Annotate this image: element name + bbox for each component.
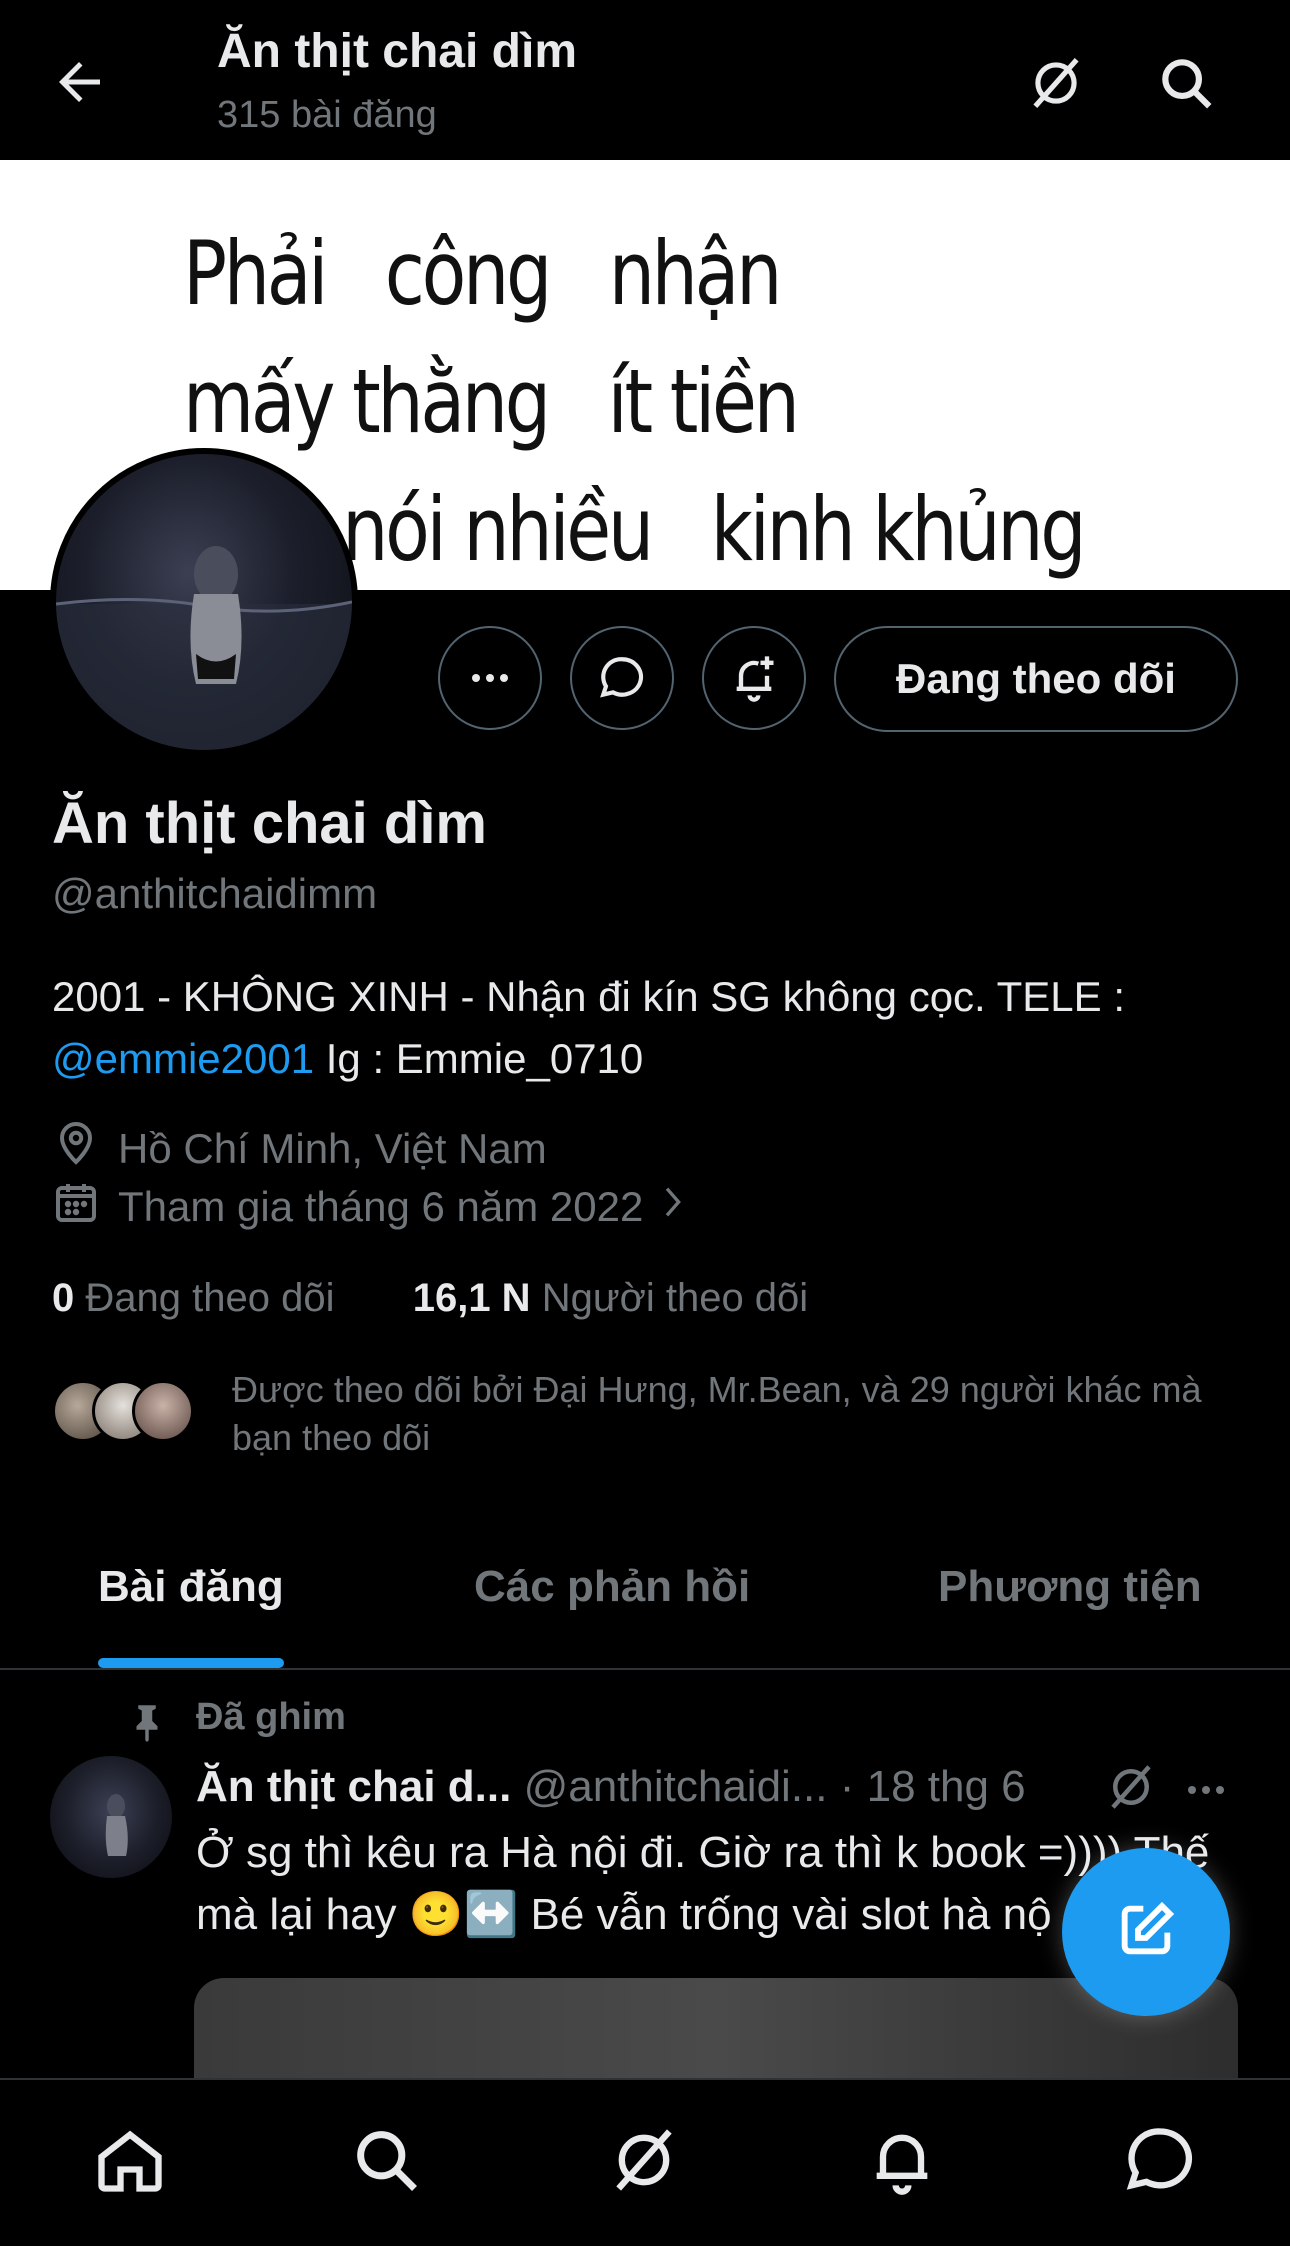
- post-header: Ăn thịt chai d... @anthitchaidi... · 18 …: [196, 1762, 1026, 1812]
- home-icon[interactable]: [92, 2122, 168, 2198]
- location-text: Hồ Chí Minh, Việt Nam: [118, 1125, 547, 1172]
- joined-text: Tham gia tháng 6 năm 2022: [118, 1183, 644, 1230]
- grok-icon[interactable]: [1104, 1760, 1158, 1819]
- compose-icon: [1114, 1898, 1178, 1967]
- profile-name: Ăn thịt chai dìm: [52, 791, 487, 856]
- pin-icon: [126, 1698, 168, 1749]
- follow-stats: 0 Đang theo dõi 16,1 N Người theo dõi: [52, 1276, 808, 1321]
- avatar[interactable]: [50, 448, 358, 756]
- search-icon[interactable]: [348, 2122, 424, 2198]
- post-author-name[interactable]: Ăn thịt chai d...: [196, 1762, 511, 1811]
- page-title: Ăn thịt chai dìm: [217, 25, 577, 78]
- post-author-avatar[interactable]: [50, 1756, 172, 1878]
- chevron-right-icon: [655, 1182, 707, 1232]
- bio-text: 2001 - KHÔNG XINH - Nhận đi kín SG không…: [52, 973, 1126, 1020]
- location-row: Hồ Chí Minh, Việt Nam: [52, 1120, 547, 1178]
- post-time: · 18 thg 6: [839, 1762, 1026, 1811]
- messages-icon[interactable]: [1122, 2122, 1198, 2198]
- more-button[interactable]: [438, 626, 542, 730]
- notify-bell-button[interactable]: [702, 626, 806, 730]
- post-author-handle[interactable]: @anthitchaidi...: [524, 1762, 828, 1811]
- divider: [0, 1668, 1290, 1670]
- post-count: 315 bài đăng: [217, 94, 437, 136]
- followers-stat[interactable]: 16,1 N Người theo dõi: [413, 1276, 808, 1320]
- grok-icon[interactable]: [1025, 52, 1087, 114]
- joined-row[interactable]: Tham gia tháng 6 năm 2022: [52, 1178, 707, 1236]
- tab-replies[interactable]: Các phản hồi: [474, 1562, 750, 1612]
- mutual-followers-avatars[interactable]: [52, 1380, 202, 1450]
- top-bar: [0, 0, 1290, 160]
- tab-posts[interactable]: Bài đăng: [98, 1562, 284, 1612]
- followed-by-text[interactable]: Được theo dõi bởi Đại Hưng, Mr.Bean, và …: [232, 1366, 1232, 1462]
- notifications-icon[interactable]: [864, 2122, 940, 2198]
- search-icon[interactable]: [1155, 52, 1217, 114]
- calendar-icon: [52, 1178, 118, 1236]
- message-button[interactable]: [570, 626, 674, 730]
- post-more-icon[interactable]: [1182, 1766, 1230, 1819]
- post-media[interactable]: [194, 1978, 1238, 2078]
- location-pin-icon: [52, 1120, 118, 1178]
- pinned-label: Đã ghim: [196, 1696, 346, 1738]
- tab-media[interactable]: Phương tiện: [938, 1562, 1202, 1612]
- profile-handle: @anthitchaidimm: [52, 870, 378, 917]
- mutual-avatar: [132, 1380, 194, 1442]
- active-tab-indicator: [98, 1658, 284, 1668]
- bio-link[interactable]: @emmie2001: [52, 1035, 314, 1082]
- bio-tail: Ig : Emmie_0710: [314, 1035, 644, 1082]
- compose-button[interactable]: [1062, 1848, 1230, 2016]
- following-stat[interactable]: 0 Đang theo dõi: [52, 1276, 334, 1320]
- profile-bio: 2001 - KHÔNG XINH - Nhận đi kín SG không…: [52, 966, 1232, 1090]
- following-button[interactable]: Đang theo dõi: [834, 626, 1238, 732]
- grok-icon[interactable]: [606, 2122, 682, 2198]
- post-text-line: Ở sg thì kêu ra Hà nội đi. Giờ ra thì k …: [196, 1828, 1210, 1877]
- back-arrow-icon[interactable]: [50, 52, 110, 112]
